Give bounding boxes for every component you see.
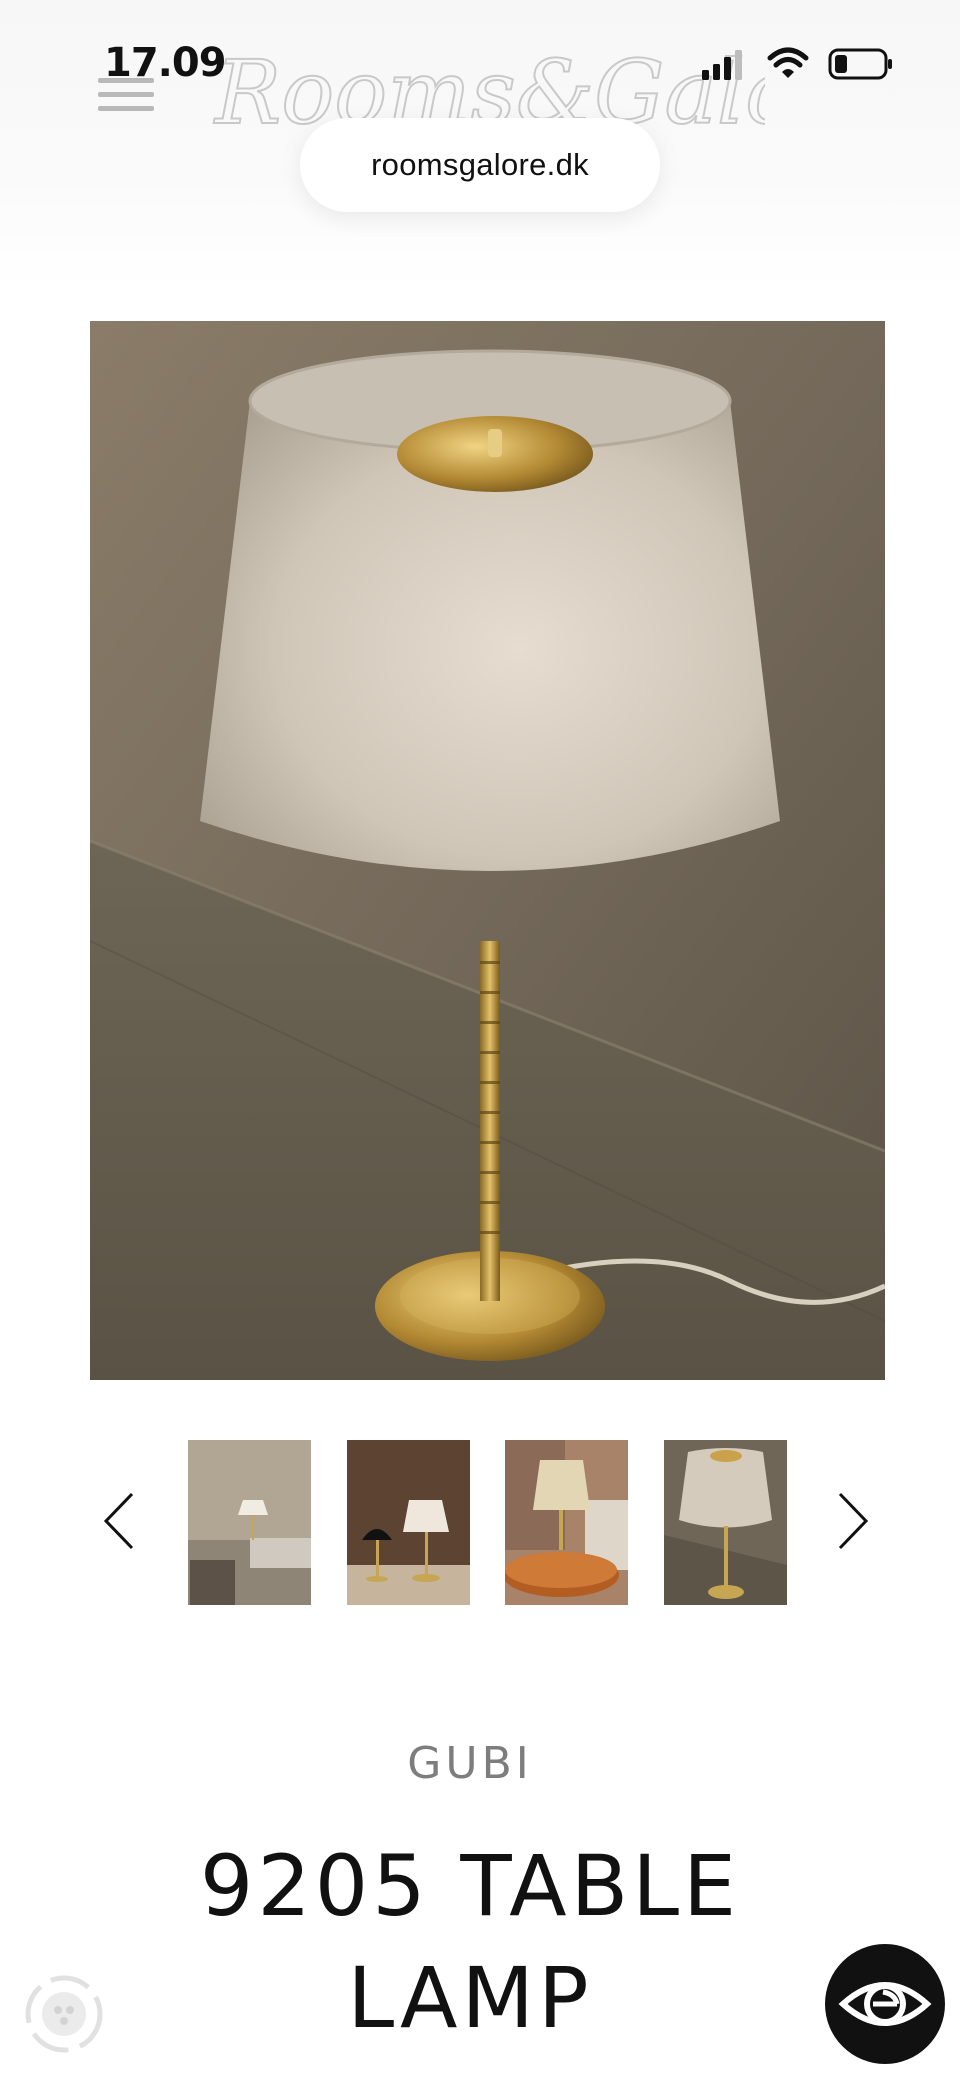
product-title-line-1: 9205 TABLE xyxy=(199,1837,741,1935)
thumbnail-2[interactable] xyxy=(347,1440,470,1605)
product-title: 9205 TABLE LAMP xyxy=(0,1830,940,2054)
site-header: 17.09 Rooms&Galore roomsgalore.dk xyxy=(0,0,960,290)
chevron-left-icon[interactable] xyxy=(92,1486,152,1556)
thumbnail-1[interactable] xyxy=(188,1440,311,1605)
eye-icon xyxy=(838,1982,932,2026)
thumbnail-3[interactable] xyxy=(505,1440,628,1605)
chat-badge-icon[interactable] xyxy=(22,1972,106,2056)
product-title-line-2: LAMP xyxy=(347,1949,593,2047)
wifi-icon xyxy=(767,47,809,78)
thumbnail-carousel xyxy=(0,1438,960,1606)
address-bar[interactable]: roomsgalore.dk xyxy=(300,118,660,212)
chevron-right-icon[interactable] xyxy=(820,1486,880,1556)
address-bar-url: roomsgalore.dk xyxy=(371,147,589,182)
status-icons xyxy=(700,44,900,84)
accessibility-button[interactable] xyxy=(825,1944,945,2064)
hamburger-menu-icon[interactable] xyxy=(98,78,154,118)
lamp-photo xyxy=(90,321,885,1380)
product-brand[interactable]: GUBI xyxy=(0,1738,940,1789)
thumbnail-4[interactable] xyxy=(664,1440,787,1605)
signal-icon xyxy=(702,50,742,80)
main-product-image[interactable] xyxy=(90,321,885,1380)
battery-icon xyxy=(828,48,892,80)
